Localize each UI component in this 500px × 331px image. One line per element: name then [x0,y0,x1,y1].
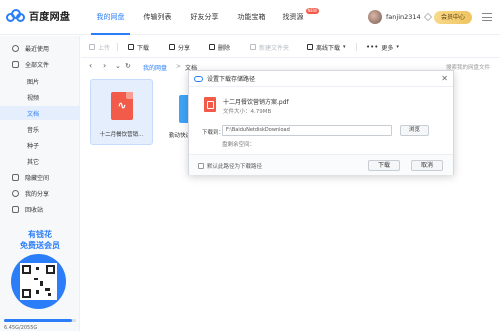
tab-find-resources-label: 找资源 [282,13,304,21]
lock-icon [12,173,19,181]
delete-icon [209,44,215,50]
sidebar-item-label: 最近使用 [25,45,50,53]
chevron-down-icon[interactable]: ⌄ [115,62,121,70]
tab-friend-share[interactable]: 好友分享 [181,0,228,35]
trash-icon [12,205,19,213]
storage-text: 6.45G/2055G [4,325,38,331]
browse-button[interactable]: 浏览 [400,125,429,136]
default-path-label[interactable]: 默认此路径为下载路径 [207,162,262,170]
top-bar: 百度网盘 我的网盘 传输列表 好友分享 功能宝箱 找资源 NEW fanjin2… [0,0,500,35]
breadcrumb-separator: > [176,63,182,70]
upload-button[interactable]: 上传 [89,42,110,52]
download-path-dialog: 设置下载存储路径 ✕ 十二月餐饮营销方案.pdf 文件大小：4.79MB 下载到… [188,70,454,175]
sidebar-item-recent[interactable]: 最近使用 [0,41,80,55]
upload-icon [89,44,95,50]
tab-feature-box[interactable]: 功能宝箱 [228,0,275,35]
tab-find-resources[interactable]: 找资源 NEW [275,0,319,35]
diamond-icon [423,12,432,22]
file-icon [12,60,19,68]
download-button[interactable]: 下载 [128,42,149,52]
new-folder-icon [250,44,256,50]
offline-download-label: 离线下载 [316,44,341,52]
forward-icon[interactable]: › [103,61,106,70]
offline-download-icon [307,44,313,50]
promo-line-2[interactable]: 免费送会员 [0,240,80,251]
sidebar-item-my-share[interactable]: 我的分享 [0,186,80,200]
share-icon [12,189,19,197]
sidebar-item-label: 全部文件 [25,61,50,69]
download-label: 下载 [137,44,150,52]
new-folder-button[interactable]: 新建文件夹 [250,42,289,52]
sidebar-item-documents[interactable]: 文档 [0,106,80,120]
more-icon: ••• [366,43,379,51]
vip-center-button[interactable]: 会员中心 [434,11,472,24]
delete-label: 删除 [218,44,231,52]
download-path-input[interactable]: F:\BaiduNetdiskDownload [222,125,392,136]
storage-bar-fill [4,319,72,322]
promo-line-1[interactable]: 有钱花 [0,229,80,240]
username[interactable]: fanjin2314 [386,13,421,21]
upload-label: 上传 [98,44,111,52]
back-icon[interactable]: ‹ [89,61,92,70]
download-to-label: 下载到： [202,130,225,136]
user-area[interactable]: fanjin2314 [368,10,432,24]
refresh-icon[interactable]: ↻ [125,62,131,70]
delete-button[interactable]: 删除 [209,42,230,52]
sidebar-item-music[interactable]: 音乐 [0,122,80,136]
sidebar-item-label: 回收站 [25,206,44,214]
share-icon [169,44,175,50]
cloud-logo-icon [194,75,203,82]
chevron-down-icon: ▾ [396,44,399,50]
dialog-title: 设置下载存储路径 [207,76,256,83]
sidebar-item-torrents[interactable]: 种子 [0,138,80,152]
file-name: 十二月餐饮营销... [99,132,144,138]
new-badge: NEW [305,8,319,14]
main-nav: 我的网盘 传输列表 好友分享 功能宝箱 找资源 NEW [87,0,319,35]
tab-transfer-list[interactable]: 传输列表 [134,0,181,35]
sidebar-item-others[interactable]: 其它 [0,154,80,168]
avatar[interactable] [368,10,382,24]
more-button[interactable]: ••• 更多 ▾ [366,42,399,52]
default-path-checkbox[interactable] [198,163,204,169]
more-label: 更多 [381,44,394,52]
dialog-header: 设置下载存储路径 ✕ [189,71,453,87]
clock-icon [12,44,19,52]
promo-qr-badge[interactable] [11,254,66,309]
disk-space-label: 盘剩余空间： [222,142,256,148]
file-item[interactable]: ∿ 十二月餐饮营销... [90,79,153,145]
hamburger-menu-icon[interactable] [482,13,492,21]
toolbar: 上传 下载 分享 删除 新建文件夹 离线下载 ▾ ••• 更多 ▾ [81,36,500,58]
app-logo[interactable]: 百度网盘 [6,8,70,23]
breadcrumb-my-disk[interactable]: 我的网盘 [143,63,167,72]
dialog-footer: 默认此路径为下载路径 下载 取消 [189,154,453,175]
chevron-down-icon: ▾ [343,44,346,50]
pdf-file-icon [204,97,216,112]
sidebar-item-all-files[interactable]: 全部文件 [0,57,80,71]
download-icon [128,44,134,50]
close-icon[interactable]: ✕ [441,74,448,83]
sidebar-item-recycle-bin[interactable]: 回收站 [0,202,80,216]
sidebar-item-images[interactable]: 图片 [0,74,80,88]
cancel-button[interactable]: 取消 [411,160,443,171]
qr-code-icon [20,263,57,300]
tab-my-disk[interactable]: 我的网盘 [87,0,134,35]
sidebar-item-label: 我的分享 [25,190,50,198]
share-button[interactable]: 分享 [169,42,190,52]
offline-download-button[interactable]: 离线下载 ▾ [307,42,346,52]
sidebar-item-label: 隐藏空间 [25,174,50,182]
sidebar-item-hidden-space[interactable]: 隐藏空间 [0,170,80,184]
share-label: 分享 [178,44,191,52]
dialog-file-name: 十二月餐饮营销方案.pdf [223,99,289,106]
storage-bar [4,319,76,322]
sidebar-item-videos[interactable]: 视频 [0,90,80,104]
pdf-file-icon: ∿ [111,92,133,120]
download-button[interactable]: 下载 [368,160,400,171]
dialog-file-size: 文件大小：4.79MB [223,109,272,115]
new-folder-label: 新建文件夹 [259,44,290,52]
cloud-logo-icon [6,8,26,23]
app-name: 百度网盘 [29,12,71,23]
